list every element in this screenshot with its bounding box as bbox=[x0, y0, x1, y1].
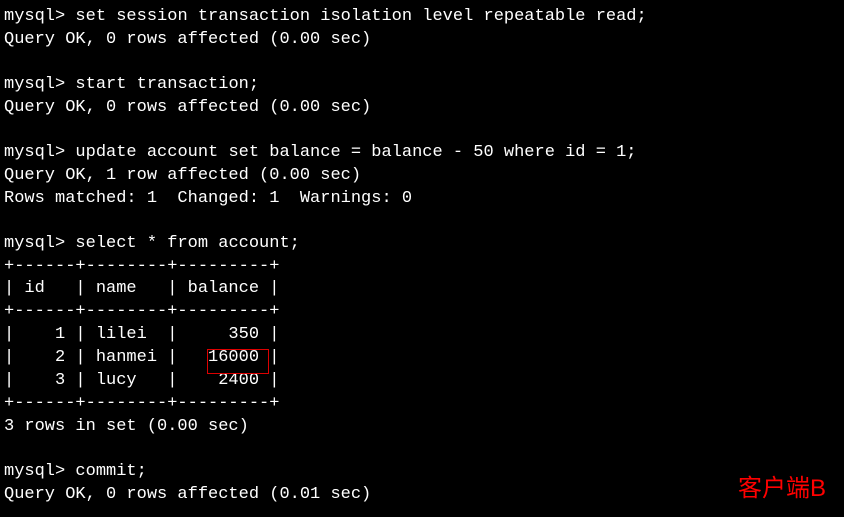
mysql-prompt: mysql> bbox=[4, 462, 65, 481]
result-set-isolation: Query OK, 0 rows affected (0.00 sec) bbox=[4, 29, 840, 52]
cmd-update: mysql> update account set balance = bala… bbox=[4, 142, 840, 165]
cmd-set-isolation: mysql> set session transaction isolation… bbox=[4, 6, 840, 29]
blank-line bbox=[4, 211, 840, 233]
select-footer: 3 rows in set (0.00 sec) bbox=[4, 416, 840, 439]
result-commit: Query OK, 0 rows affected (0.01 sec) bbox=[4, 484, 840, 507]
blank-line bbox=[4, 52, 840, 74]
table-border-top: +------+--------+---------+ bbox=[4, 256, 840, 279]
mysql-prompt: mysql> bbox=[4, 7, 65, 26]
cmd-text: select * from account; bbox=[75, 234, 299, 253]
mysql-prompt: mysql> bbox=[4, 143, 65, 162]
cmd-text: update account set balance = balance - 5… bbox=[75, 143, 636, 162]
cmd-text: set session transaction isolation level … bbox=[75, 7, 646, 26]
result-update-2: Rows matched: 1 Changed: 1 Warnings: 0 bbox=[4, 188, 840, 211]
table-header: | id | name | balance | bbox=[4, 278, 840, 301]
cmd-text: start transaction; bbox=[75, 75, 259, 94]
table-row: | 1 | lilei | 350 | bbox=[4, 324, 840, 347]
cmd-text: commit; bbox=[75, 462, 146, 481]
result-start-tx: Query OK, 0 rows affected (0.00 sec) bbox=[4, 97, 840, 120]
cmd-commit: mysql> commit; bbox=[4, 461, 840, 484]
mysql-prompt: mysql> bbox=[4, 75, 65, 94]
client-label: 客户端B bbox=[738, 473, 826, 505]
table-border-mid: +------+--------+---------+ bbox=[4, 301, 840, 324]
table-row: | 3 | lucy | 2400 | bbox=[4, 370, 840, 393]
blank-line bbox=[4, 120, 840, 142]
mysql-prompt: mysql> bbox=[4, 234, 65, 253]
result-update-1: Query OK, 1 row affected (0.00 sec) bbox=[4, 165, 840, 188]
table-border-bottom: +------+--------+---------+ bbox=[4, 393, 840, 416]
cmd-select: mysql> select * from account; bbox=[4, 233, 840, 256]
table-row: | 2 | hanmei | 16000 | bbox=[4, 347, 840, 370]
cmd-start-tx: mysql> start transaction; bbox=[4, 74, 840, 97]
blank-line bbox=[4, 439, 840, 461]
